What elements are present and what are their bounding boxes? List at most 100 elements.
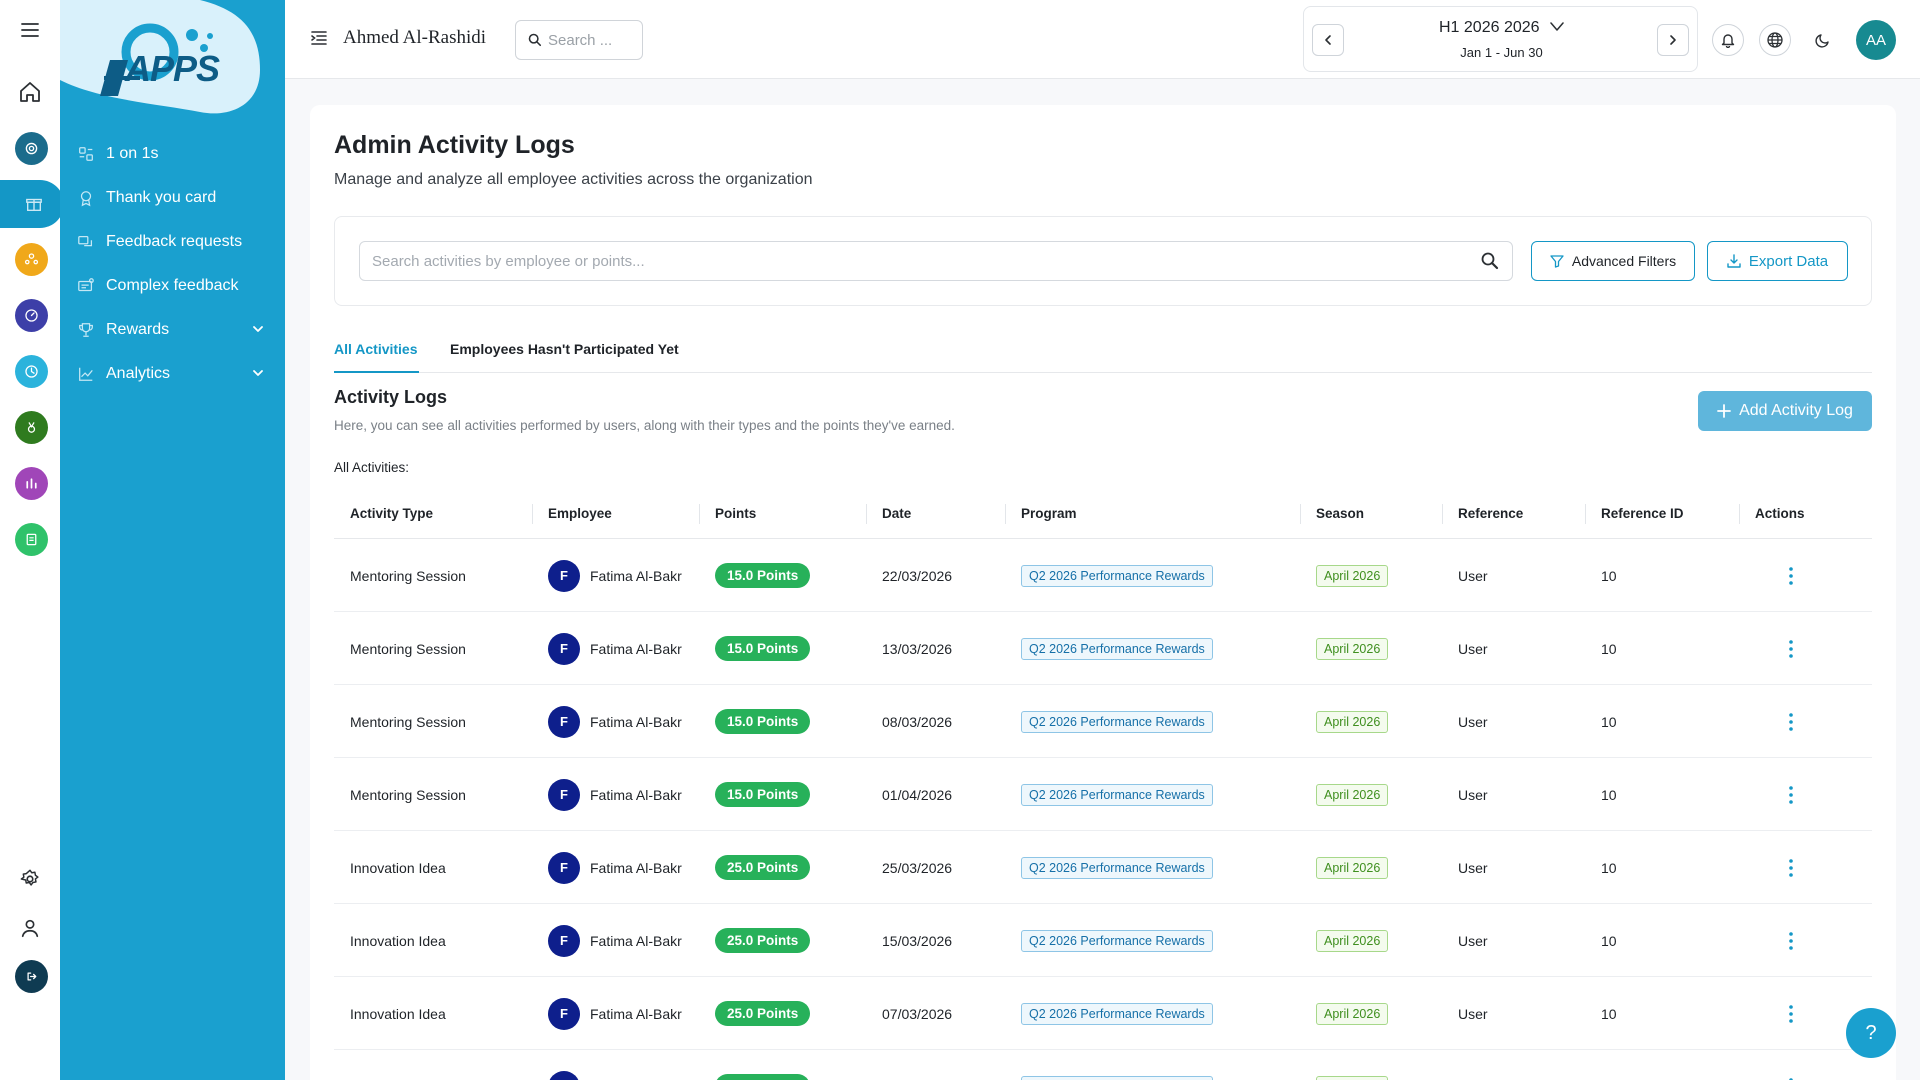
cell-actions [1739,612,1872,685]
tab-all-activities[interactable]: All Activities [334,333,419,373]
cell-employee: FFatima Al-Bakr [532,904,699,977]
row-actions-kebab-icon[interactable] [1779,852,1803,884]
points-badge: 15.0 Points [715,563,811,588]
cell-employee: FFatima Al-Bakr [532,831,699,904]
clock-icon[interactable] [15,355,48,388]
points-badge: 25.0 Points [715,1001,811,1026]
cell-text: 22/03/2026 [882,567,953,584]
cell-date: 01/04/2026 [866,758,1005,831]
row-actions-kebab-icon[interactable] [1779,706,1803,738]
column-header-label: Program [1021,506,1077,521]
employee-name: Fatima Al-Bakr [590,713,682,730]
export-data-button[interactable]: Export Data [1707,241,1848,281]
search-icon[interactable] [1480,251,1500,271]
collapse-menu-icon[interactable] [309,28,331,50]
employee-avatar: F [548,1070,580,1080]
season-tag: April 2026 [1316,856,1389,879]
cell-employee: FFatima Al-Bakr [532,1050,699,1080]
search-icon [528,33,542,47]
cell-ref-id: 10 [1585,539,1739,612]
report-icon[interactable] [15,523,48,556]
gift-icon[interactable] [0,180,64,228]
header-search-input[interactable] [548,31,638,49]
medal-icon[interactable] [15,411,48,444]
logout-icon[interactable] [15,960,48,993]
sidebar-item-one-on-ones[interactable]: 1 on 1s [60,132,285,176]
tab-employees-not-participated[interactable]: Employees Hasn't Participated Yet [450,333,710,373]
row-actions-kebab-icon[interactable] [1779,1071,1803,1080]
period-dropdown[interactable]: H1 2026 2026 [1304,19,1699,37]
activity-search-input[interactable] [372,252,1480,270]
cell-employee: FFatima Al-Bakr [532,685,699,758]
column-header-label: Actions [1755,506,1805,521]
cell-text: User [1458,1005,1488,1022]
sidebar-item-feedback-requests[interactable]: Feedback requests [60,220,285,264]
cell-reference: User [1442,612,1585,685]
table-row: Knowledge SharingFFatima Al-Bakr 20.0 Poi… [334,1050,1872,1080]
row-actions-kebab-icon[interactable] [1779,998,1803,1030]
menu-icon[interactable] [14,14,46,46]
download-icon [1727,254,1741,268]
sidebar-item-analytics[interactable]: Analytics [60,352,285,396]
header-search[interactable] [515,20,643,60]
add-activity-log-button[interactable]: Add Activity Log [1698,391,1872,431]
next-period-button[interactable] [1657,24,1689,56]
row-actions-kebab-icon[interactable] [1779,925,1803,957]
help-button[interactable]: ? [1846,1008,1896,1058]
cell-points: 20.0 Points [699,1050,866,1080]
cell-text: 10 [1601,859,1617,876]
column-header: Reference [1442,489,1585,539]
cell-actions [1739,904,1872,977]
cell-type: Innovation Idea [334,831,532,904]
avatar[interactable]: AA [1856,20,1896,60]
page-subtitle: Manage and analyze all employee activiti… [334,171,813,188]
user-icon[interactable] [14,912,46,944]
sidebar-item-complex-feedback[interactable]: Complex feedback [60,264,285,308]
cell-points: 15.0 Points [699,539,866,612]
logo[interactable]: APPS [60,0,285,118]
cell-text: 15/03/2026 [882,932,953,949]
cell-reference: User [1442,831,1585,904]
row-actions-kebab-icon[interactable] [1779,560,1803,592]
row-actions-kebab-icon[interactable] [1779,633,1803,665]
column-separator [1442,504,1443,524]
dark-mode-moon-icon[interactable] [1807,24,1839,56]
activity-search[interactable] [359,241,1513,281]
chevron-down-icon[interactable] [251,366,265,380]
cell-points: 15.0 Points [699,758,866,831]
notification-bell-icon[interactable] [1712,24,1744,56]
employee-avatar: F [548,851,580,884]
cell-date: 05/03/2026 [866,1050,1005,1080]
cell-text: Innovation Idea [350,932,446,949]
row-actions-kebab-icon[interactable] [1779,779,1803,811]
chart-icon[interactable] [15,467,48,500]
home-icon[interactable] [14,76,46,108]
chevron-down-icon[interactable] [251,322,265,336]
cell-employee: FFatima Al-Bakr [532,758,699,831]
target-icon[interactable] [15,132,48,165]
column-header: Date [866,489,1005,539]
cell-text: 07/03/2026 [882,1005,953,1022]
cell-program: Q2 2026 Performance Rewards [1005,685,1300,758]
gauge-icon[interactable] [15,299,48,332]
cell-text: 10 [1601,786,1617,803]
cell-points: 15.0 Points [699,685,866,758]
cell-ref-id: 10 [1585,685,1739,758]
sidebar-item-thank-you-card[interactable]: Thank you card [60,176,285,220]
cell-text: 25/03/2026 [882,859,953,876]
column-header-label: Season [1316,506,1365,521]
column-header: Points [699,489,866,539]
column-header: Season [1300,489,1442,539]
settings-icon[interactable] [14,863,46,895]
people-icon[interactable] [15,243,48,276]
advanced-filters-button[interactable]: Advanced Filters [1531,241,1695,281]
cell-date: 07/03/2026 [866,977,1005,1050]
cell-text: 10 [1601,932,1617,949]
cell-points: 25.0 Points [699,977,866,1050]
cell-date: 22/03/2026 [866,539,1005,612]
language-globe-icon[interactable] [1759,24,1791,56]
sidebar-nav: 1 on 1s Thank you card Feedback requests… [60,132,285,396]
sidebar-item-rewards[interactable]: Rewards [60,308,285,352]
program-tag: Q2 2026 Performance Rewards [1021,564,1213,587]
table-row: Mentoring Session F Fatima Al-Bakr 15.0 Poi… [334,685,1872,758]
